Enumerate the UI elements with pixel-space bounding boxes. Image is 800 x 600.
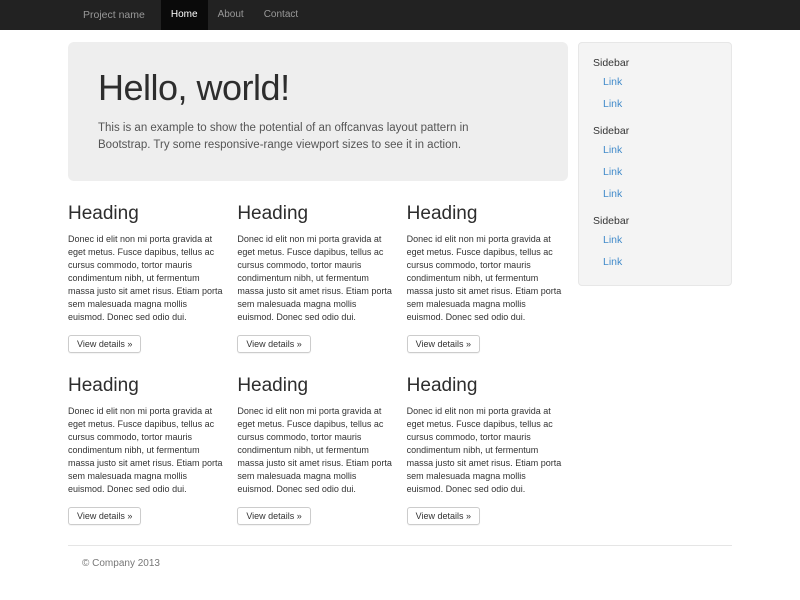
sidebar-link[interactable]: Link: [593, 251, 717, 273]
page-container: Hello, world! This is an example to show…: [68, 42, 732, 569]
card-heading: Heading: [68, 203, 229, 225]
view-details-button[interactable]: View details »: [407, 335, 480, 353]
view-details-button[interactable]: View details »: [237, 335, 310, 353]
sidebar-link[interactable]: Link: [593, 161, 717, 183]
feature-card: Heading Donec id elit non mi porta gravi…: [237, 197, 398, 353]
sidebar-link[interactable]: Link: [593, 229, 717, 251]
page-title: Hello, world!: [98, 68, 538, 108]
feature-card: Heading Donec id elit non mi porta gravi…: [237, 369, 398, 525]
card-body-text: Donec id elit non mi porta gravida at eg…: [407, 405, 568, 496]
card-body-text: Donec id elit non mi porta gravida at eg…: [237, 405, 398, 496]
top-navbar: Project name Home About Contact: [0, 0, 800, 30]
navbar-menu: Home About Contact: [161, 0, 308, 30]
sidebar-link[interactable]: Link: [593, 71, 717, 93]
sidebar-link[interactable]: Link: [593, 93, 717, 115]
nav-item-home[interactable]: Home: [161, 0, 208, 30]
sidebar-link[interactable]: Link: [593, 139, 717, 161]
card-heading: Heading: [237, 203, 398, 225]
sidebar-header: Sidebar: [593, 125, 717, 137]
content-row: Hello, world! This is an example to show…: [68, 42, 732, 541]
view-details-button[interactable]: View details »: [407, 507, 480, 525]
card-heading: Heading: [407, 375, 568, 397]
feature-card: Heading Donec id elit non mi porta gravi…: [407, 369, 568, 525]
sidebar: Sidebar Link Link Sidebar Link Link Link…: [578, 42, 732, 286]
card-heading: Heading: [237, 375, 398, 397]
card-body-text: Donec id elit non mi porta gravida at eg…: [237, 233, 398, 324]
cards-row-1: Heading Donec id elit non mi porta gravi…: [68, 197, 568, 353]
sidebar-link[interactable]: Link: [593, 183, 717, 205]
main-content: Hello, world! This is an example to show…: [68, 42, 568, 541]
sidebar-group-2: Sidebar Link Link Link: [593, 125, 717, 205]
view-details-button[interactable]: View details »: [68, 507, 141, 525]
jumbotron: Hello, world! This is an example to show…: [68, 42, 568, 181]
feature-card: Heading Donec id elit non mi porta gravi…: [68, 197, 229, 353]
nav-item-about[interactable]: About: [208, 0, 254, 30]
navbar-inner: Project name Home About Contact: [68, 0, 732, 30]
jumbotron-text: This is an example to show the potential…: [98, 120, 518, 156]
nav-item-contact[interactable]: Contact: [254, 0, 308, 30]
sidebar-group-3: Sidebar Link Link: [593, 215, 717, 273]
view-details-button[interactable]: View details »: [68, 335, 141, 353]
card-body-text: Donec id elit non mi porta gravida at eg…: [68, 405, 229, 496]
view-details-button[interactable]: View details »: [237, 507, 310, 525]
sidebar-header: Sidebar: [593, 57, 717, 69]
feature-card: Heading Donec id elit non mi porta gravi…: [68, 369, 229, 525]
footer: © Company 2013: [68, 558, 732, 569]
copyright-text: © Company 2013: [68, 558, 732, 569]
feature-card: Heading Donec id elit non mi porta gravi…: [407, 197, 568, 353]
footer-divider: [68, 545, 732, 546]
sidebar-column: Sidebar Link Link Sidebar Link Link Link…: [578, 42, 732, 541]
card-heading: Heading: [407, 203, 568, 225]
card-body-text: Donec id elit non mi porta gravida at eg…: [68, 233, 229, 324]
card-heading: Heading: [68, 375, 229, 397]
cards-row-2: Heading Donec id elit non mi porta gravi…: [68, 369, 568, 525]
sidebar-group-1: Sidebar Link Link: [593, 57, 717, 115]
navbar-brand[interactable]: Project name: [68, 0, 161, 30]
sidebar-header: Sidebar: [593, 215, 717, 227]
card-body-text: Donec id elit non mi porta gravida at eg…: [407, 233, 568, 324]
